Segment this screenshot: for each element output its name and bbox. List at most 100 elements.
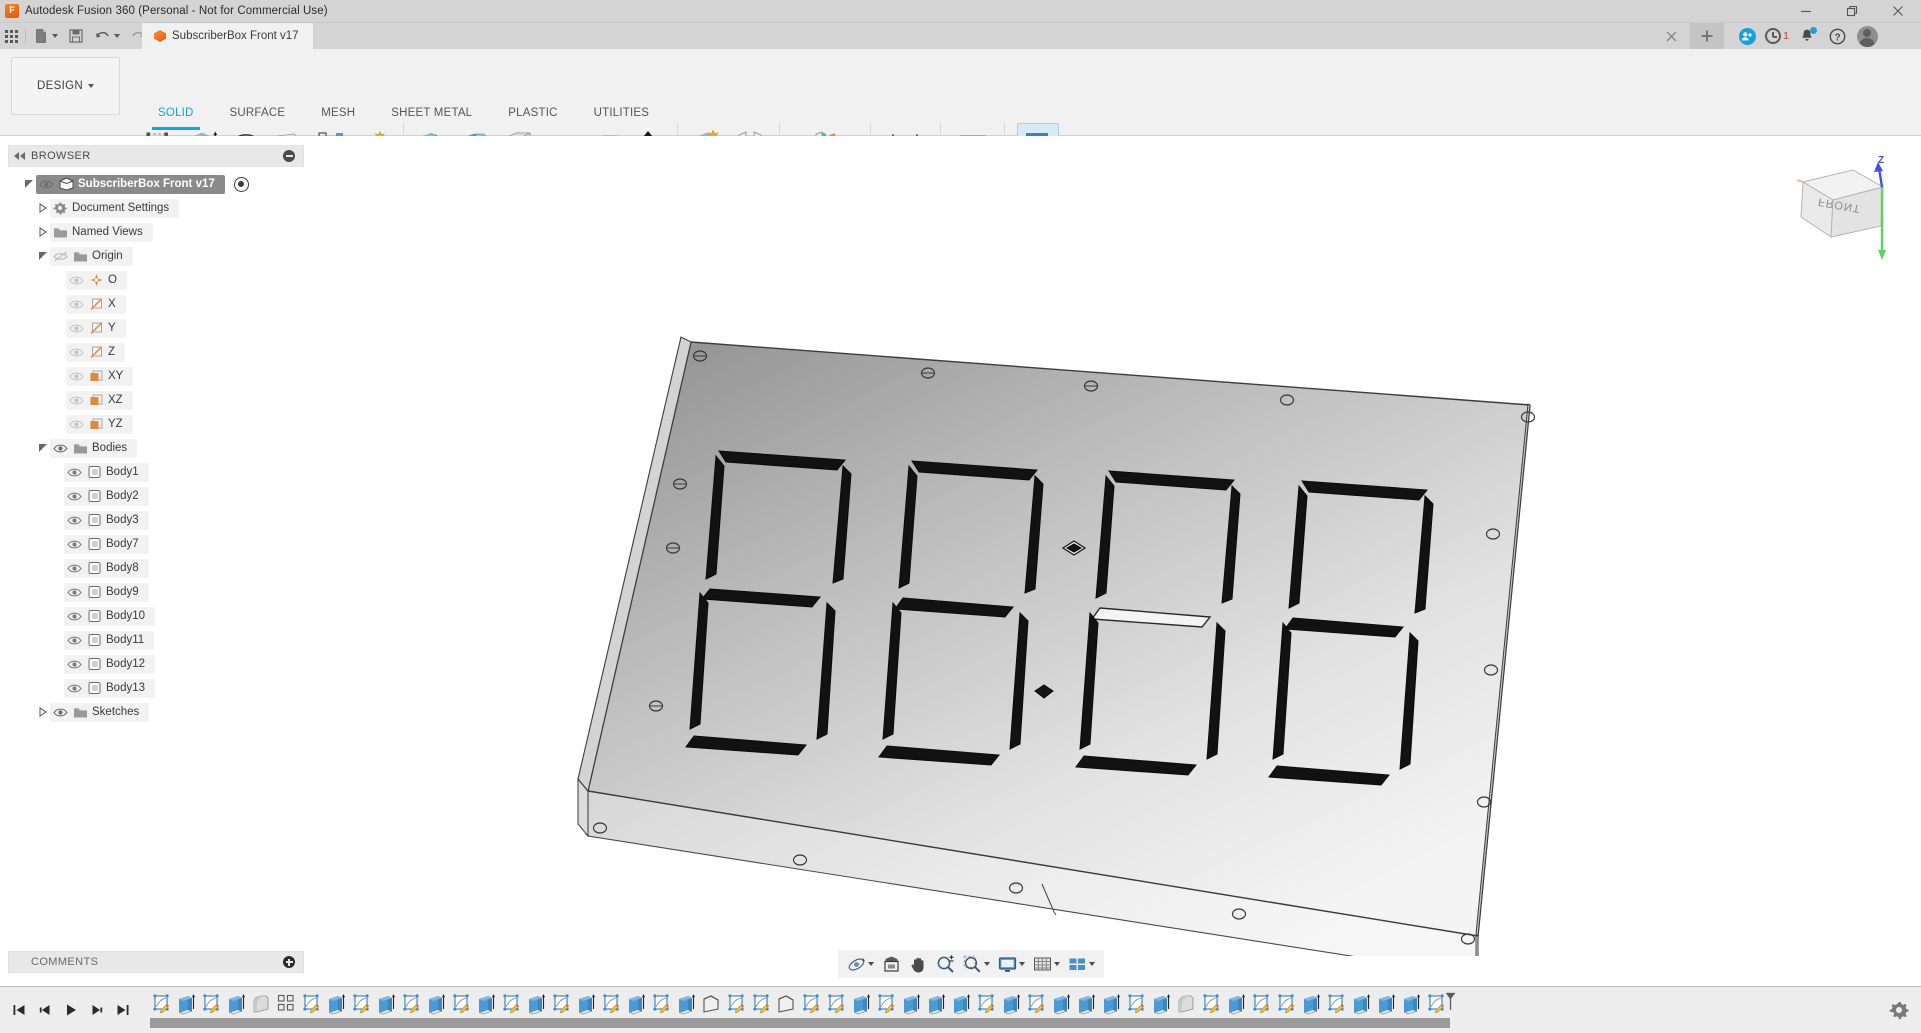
share-button[interactable] [1734,23,1760,49]
new-file-button[interactable] [28,23,63,49]
visibility-eye-icon[interactable] [64,583,84,602]
timeline-feature-extrude[interactable] [1298,990,1323,1018]
visibility-eye-icon[interactable] [36,175,56,194]
timeline-feature-sketch[interactable] [598,990,623,1018]
expand-arrow-icon[interactable] [36,196,50,220]
visibility-eye-icon[interactable] [64,607,84,626]
timeline-step-back-button[interactable] [34,997,56,1023]
tab-surface[interactable]: SURFACE [212,107,304,124]
visibility-eye-icon[interactable] [64,535,84,554]
sidebar-item-plane-xy[interactable]: XY [8,364,304,388]
visibility-eye-icon[interactable] [64,559,84,578]
timeline-settings-button[interactable] [1889,1000,1909,1020]
timeline-feature-sketch[interactable] [1248,990,1273,1018]
timeline-feature-sketch[interactable] [873,990,898,1018]
timeline-feature-sketch[interactable] [148,990,173,1018]
timeline-feature-extrude[interactable] [1148,990,1173,1018]
comments-panel-header[interactable]: COMMENTS [8,951,304,973]
display-settings-button[interactable] [995,951,1028,977]
viewports-button[interactable] [1065,951,1098,977]
sidebar-item-body8[interactable]: Body8 [8,556,304,580]
expand-arrow-icon[interactable] [22,172,36,196]
undo-button[interactable] [89,23,125,49]
user-account-button[interactable] [1854,23,1880,49]
sidebar-item-origin[interactable]: Origin [8,244,304,268]
timeline-feature-sketch[interactable] [748,990,773,1018]
sidebar-item-body1[interactable]: Body1 [8,460,304,484]
look-at-button[interactable] [879,951,904,977]
expand-arrow-icon[interactable] [36,700,50,724]
timeline-feature-pattern[interactable] [273,990,298,1018]
new-tab-button[interactable] [1690,23,1724,49]
sidebar-item-axis-y[interactable]: Y [8,316,304,340]
activate-component-radio[interactable] [234,177,249,192]
expand-arrow-icon[interactable] [36,436,50,460]
sidebar-item-body11[interactable]: Body11 [8,628,304,652]
timeline-feature-sketch[interactable] [548,990,573,1018]
visibility-eye-icon[interactable] [66,415,86,434]
timeline-end-marker[interactable] [1444,990,1457,1012]
sidebar-item-body3[interactable]: Body3 [8,508,304,532]
timeline-feature-sketch[interactable] [1198,990,1223,1018]
maximize-button[interactable] [1829,0,1875,23]
timeline-feature-sketch[interactable] [198,990,223,1018]
timeline-track[interactable] [148,990,1448,1030]
timeline-feature-sketch[interactable] [1123,990,1148,1018]
document-tab-close-icon[interactable] [1662,27,1680,45]
visibility-eye-icon[interactable] [50,439,70,458]
tab-sheet-metal[interactable]: SHEET METAL [373,107,490,124]
visibility-eye-icon[interactable] [50,703,70,722]
view-cube-box[interactable]: FRONT [1801,170,1883,237]
sidebar-item-bodies[interactable]: Bodies [8,436,304,460]
timeline-feature-sketch[interactable] [1273,990,1298,1018]
timeline-feature-extrude[interactable] [998,990,1023,1018]
sidebar-item-subscriberbox-front-v17[interactable]: SubscriberBox Front v17 [8,172,304,196]
sidebar-item-origin-point-o[interactable]: O [8,268,304,292]
sidebar-item-document-settings[interactable]: Document Settings [8,196,304,220]
timeline-feature-sketch[interactable] [1023,990,1048,1018]
visibility-eye-icon[interactable] [66,391,86,410]
visibility-eye-icon[interactable] [66,319,86,338]
help-button[interactable]: ? [1824,23,1850,49]
timeline-feature-chamfer[interactable] [698,990,723,1018]
timeline-feature-sketch[interactable] [398,990,423,1018]
timeline-feature-extrude[interactable] [1373,990,1398,1018]
timeline-feature-fillet[interactable] [248,990,273,1018]
orbit-button[interactable] [844,951,877,977]
sidebar-item-body7[interactable]: Body7 [8,532,304,556]
visibility-eye-icon[interactable] [66,367,86,386]
timeline-feature-sketch[interactable] [823,990,848,1018]
timeline-feature-extrude[interactable] [173,990,198,1018]
timeline-feature-extrude[interactable] [423,990,448,1018]
timeline-feature-sketch[interactable] [648,990,673,1018]
save-button[interactable] [63,23,89,49]
timeline-feature-extrude[interactable] [1048,990,1073,1018]
sidebar-item-body10[interactable]: Body10 [8,604,304,628]
workspace-switcher[interactable]: DESIGN [11,57,120,115]
timeline-feature-fillet[interactable] [1173,990,1198,1018]
timeline-feature-extrude[interactable] [223,990,248,1018]
timeline-feature-sketch[interactable] [448,990,473,1018]
timeline-feature-sketch[interactable] [973,990,998,1018]
visibility-eye-icon[interactable] [64,511,84,530]
timeline-play-button[interactable] [60,997,82,1023]
timeline-go-end-button[interactable] [112,997,134,1023]
timeline-feature-extrude[interactable] [1398,990,1423,1018]
timeline-step-forward-button[interactable] [86,997,108,1023]
view-cube[interactable]: FRONT Z [1781,154,1899,269]
tab-utilities[interactable]: UTILITIES [576,107,667,124]
visibility-eye-icon[interactable] [64,631,84,650]
sidebar-item-plane-yz[interactable]: YZ [8,412,304,436]
visibility-eye-icon[interactable] [64,655,84,674]
minimize-button[interactable] [1783,0,1829,23]
sidebar-item-axis-z[interactable]: Z [8,340,304,364]
tab-solid[interactable]: SOLID [140,107,212,124]
timeline-feature-extrude[interactable] [1098,990,1123,1018]
app-grid-button[interactable] [0,23,23,49]
timeline-feature-extrude[interactable] [898,990,923,1018]
timeline-feature-extrude[interactable] [473,990,498,1018]
sidebar-item-plane-xz[interactable]: XZ [8,388,304,412]
timeline-go-start-button[interactable] [8,997,30,1023]
sidebar-item-named-views[interactable]: Named Views [8,220,304,244]
timeline-feature-sketch[interactable] [498,990,523,1018]
